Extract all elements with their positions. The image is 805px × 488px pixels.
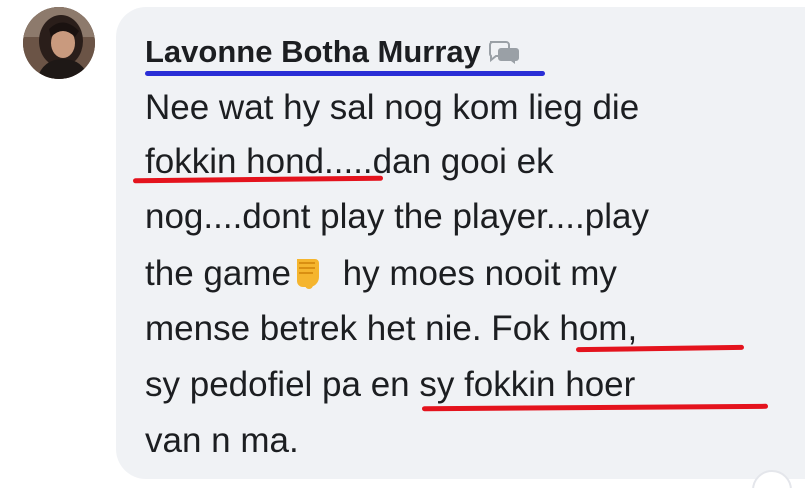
comment-line-3: nog....dont play the player....play (145, 197, 649, 236)
comment-screenshot: Lavonne Botha Murray Nee wat hy sal nog … (0, 0, 805, 488)
comment-line-4a: the game (145, 254, 291, 293)
author-annotation-underline (145, 71, 545, 76)
avatar[interactable] (23, 7, 95, 79)
comment-author: Lavonne Botha Murray (145, 32, 521, 72)
chat-bubbles-icon (488, 41, 519, 64)
backhand-index-pointing-down-icon (296, 259, 319, 289)
comment-line-1: Nee wat hy sal nog kom lieg die (145, 88, 640, 127)
comment-line-5: mense betrek het nie. Fok hom, (145, 309, 638, 348)
comment-line-4b: hy moes nooit my (332, 254, 617, 293)
avatar-photo-icon (23, 7, 95, 79)
comment-line-6: sy pedofiel pa en sy fokkin hoer (145, 365, 636, 404)
comment-line-4: the game hy moes nooit my (145, 253, 617, 293)
author-name-link[interactable]: Lavonne Botha Murray (145, 34, 481, 70)
comment-line-7: van n ma. (145, 421, 299, 460)
